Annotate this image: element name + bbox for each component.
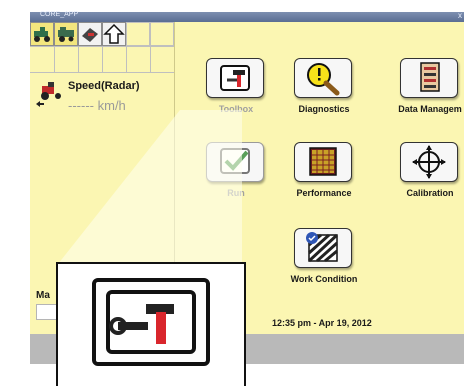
app-label-toolbox: Toolbox — [218, 104, 254, 114]
checkmark-icon — [220, 148, 250, 174]
app-tile-data-management[interactable]: Data Managem — [398, 58, 462, 114]
magnified-toolbox-frame — [92, 278, 210, 366]
window-title-bar: CORE_APP x — [30, 11, 464, 22]
toolbox-button[interactable] — [206, 58, 264, 98]
app-tile-performance[interactable]: Performance — [294, 142, 356, 198]
app-tile-diagnostics[interactable]: Diagnostics — [294, 58, 356, 114]
app-tile-run[interactable]: Run — [206, 142, 268, 198]
radar-tractor-icon — [36, 82, 61, 107]
speed-readout: ------ km/h — [68, 98, 126, 113]
speed-value: ------ — [68, 98, 94, 113]
diagnostics-button[interactable] — [294, 58, 352, 98]
app-label-work-condition: Work Condition — [290, 274, 358, 284]
app-tile-calibration[interactable]: Calibration — [400, 142, 462, 198]
bottom-field-label: Ma — [36, 290, 50, 301]
window-title: CORE_APP — [40, 11, 79, 18]
crosshair-icon — [412, 145, 446, 179]
app-label-run: Run — [227, 188, 245, 198]
app-label-diagnostics: Diagnostics — [298, 104, 350, 114]
work-condition-button[interactable] — [294, 228, 352, 268]
toolbox-icon — [106, 290, 196, 354]
work-condition-icon — [306, 232, 339, 263]
toolbar-slot-6[interactable] — [150, 22, 174, 46]
magnified-toolbox-callout — [56, 262, 246, 386]
performance-grid-icon — [309, 147, 337, 176]
status-datetime: 12:35 pm - Apr 19, 2012 — [272, 318, 372, 328]
run-button[interactable] — [206, 142, 264, 182]
implement-icon — [82, 28, 98, 42]
app-tile-work-condition[interactable]: Work Condition — [291, 228, 357, 284]
toolbox-icon — [220, 65, 250, 91]
app-tile-toolbox[interactable]: Toolbox — [206, 58, 268, 114]
data-management-icon — [420, 62, 440, 92]
up-arrow-button[interactable] — [102, 22, 126, 46]
top-toolbar — [30, 22, 174, 46]
implement-button[interactable] — [78, 22, 102, 46]
calibration-button[interactable] — [400, 142, 458, 182]
magnifier-icon — [307, 63, 340, 96]
tractor-button[interactable] — [30, 22, 54, 46]
app-label-calibration: Calibration — [406, 188, 454, 198]
close-button[interactable]: x — [458, 11, 462, 20]
tractor-icon — [34, 27, 50, 42]
speed-label: Speed(Radar) — [68, 80, 140, 92]
harvester-button[interactable] — [54, 22, 78, 46]
speed-unit: km/h — [97, 98, 126, 113]
app-label-performance: Performance — [296, 188, 352, 198]
performance-button[interactable] — [294, 142, 352, 182]
harvester-icon — [58, 27, 74, 42]
up-arrow-icon — [103, 23, 125, 44]
toolbar-slot-5[interactable] — [126, 22, 150, 46]
data-management-button[interactable] — [400, 58, 458, 98]
app-label-data-management: Data Managem — [398, 104, 462, 114]
